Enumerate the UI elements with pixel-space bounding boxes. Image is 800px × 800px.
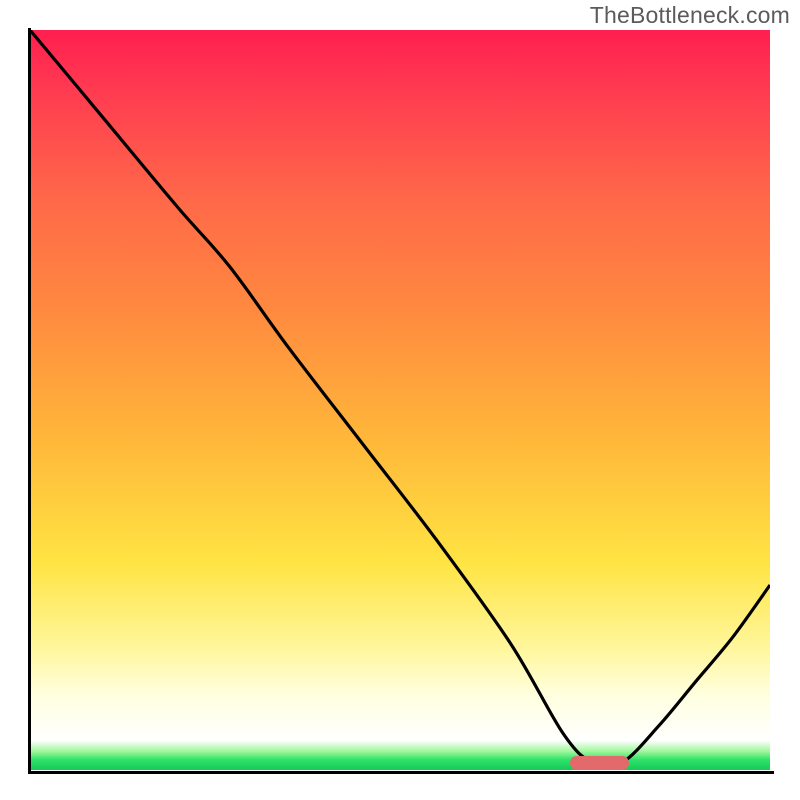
optimal-range-marker <box>570 756 629 770</box>
watermark-text: TheBottleneck.com <box>590 2 790 29</box>
x-axis-line <box>28 771 774 774</box>
curve-path <box>30 30 770 767</box>
bottleneck-curve <box>30 30 770 770</box>
y-axis-line <box>28 28 31 774</box>
plot-area <box>30 30 770 770</box>
